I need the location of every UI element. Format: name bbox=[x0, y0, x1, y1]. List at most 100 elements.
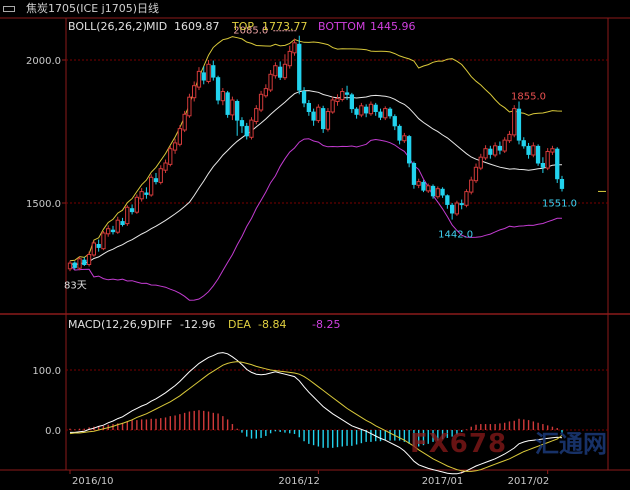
candle bbox=[125, 205, 130, 226]
candle-body bbox=[268, 73, 273, 91]
candle bbox=[292, 38, 297, 56]
watermark-fx678: FX678 bbox=[410, 429, 508, 459]
candle-body bbox=[364, 106, 369, 114]
candle bbox=[172, 138, 178, 154]
window-icon[interactable] bbox=[3, 6, 15, 12]
candle bbox=[497, 141, 503, 155]
candle-body bbox=[502, 139, 507, 152]
candle-body bbox=[349, 94, 355, 110]
candle bbox=[196, 67, 202, 91]
candle bbox=[77, 256, 82, 271]
candle bbox=[158, 165, 163, 185]
candle-body bbox=[383, 108, 388, 119]
chart-title: 焦炭1705(ICE j1705)日线 bbox=[26, 2, 159, 15]
candle bbox=[187, 93, 192, 118]
date-tick-label: 2017/01 bbox=[422, 476, 464, 487]
candle bbox=[383, 106, 388, 121]
candle-body bbox=[96, 244, 101, 248]
candle-body bbox=[239, 120, 245, 127]
watermark-huitong: 汇通网 bbox=[535, 430, 607, 458]
bollinger-bands bbox=[69, 36, 563, 301]
candle-body bbox=[263, 88, 269, 97]
candle bbox=[72, 261, 77, 270]
candle bbox=[86, 251, 92, 267]
candle-body bbox=[82, 259, 87, 266]
candle-body bbox=[421, 181, 426, 191]
candle bbox=[149, 174, 154, 197]
candle-body bbox=[344, 92, 350, 95]
boll-legend-name: BOLL(26,26,2) bbox=[68, 20, 147, 33]
candle-body bbox=[454, 202, 460, 215]
candle bbox=[450, 203, 455, 220]
candle bbox=[454, 200, 460, 216]
candle bbox=[129, 204, 135, 215]
candle bbox=[192, 81, 197, 102]
candle-body bbox=[287, 50, 292, 67]
macd-value: -8.25 bbox=[312, 318, 341, 331]
candle-body bbox=[488, 148, 493, 155]
candle-body bbox=[211, 65, 216, 78]
candle bbox=[531, 142, 536, 158]
candle-body bbox=[516, 108, 522, 141]
candle bbox=[325, 108, 331, 132]
candle bbox=[559, 175, 565, 192]
candle-body bbox=[478, 156, 483, 169]
candle bbox=[311, 108, 316, 126]
candle-body bbox=[387, 108, 393, 117]
candle-body bbox=[177, 128, 182, 145]
candle bbox=[306, 100, 312, 116]
candle bbox=[555, 147, 560, 183]
candle bbox=[91, 240, 96, 257]
grid bbox=[62, 59, 608, 474]
candle-body bbox=[512, 108, 517, 136]
candle-body bbox=[450, 204, 455, 214]
price-tick-label: 2000.0 bbox=[26, 56, 61, 67]
candle-body bbox=[125, 206, 130, 225]
candle bbox=[244, 122, 249, 140]
candle-body bbox=[416, 181, 421, 186]
candle-body bbox=[373, 104, 378, 112]
candle bbox=[378, 108, 383, 121]
candle bbox=[106, 225, 111, 237]
candle-body bbox=[340, 91, 345, 100]
candle-body bbox=[493, 145, 498, 156]
candle-body bbox=[301, 91, 307, 104]
candle-body bbox=[559, 179, 565, 189]
candle-body bbox=[297, 43, 302, 91]
candle bbox=[144, 187, 149, 199]
candle-body bbox=[101, 232, 106, 250]
boll-top-line bbox=[69, 36, 563, 262]
candle-body bbox=[230, 99, 235, 116]
candle bbox=[120, 217, 125, 227]
candle-body bbox=[139, 191, 144, 200]
boll-bottom-value: 1445.96 bbox=[370, 20, 416, 33]
candle-body bbox=[407, 136, 412, 164]
date-tick-label: 2016/10 bbox=[72, 476, 114, 487]
candle-body bbox=[378, 111, 383, 118]
candle bbox=[411, 161, 417, 189]
candle bbox=[316, 104, 321, 123]
candle-body bbox=[445, 195, 450, 205]
candle bbox=[168, 145, 173, 167]
candle bbox=[359, 102, 364, 118]
candle bbox=[206, 60, 211, 84]
candle bbox=[464, 189, 469, 208]
candle bbox=[297, 35, 302, 95]
candle-body bbox=[106, 228, 111, 235]
annotations: 2085.01855.01442.01551.083天 bbox=[64, 26, 606, 291]
candle-body bbox=[201, 72, 206, 81]
boll-mid-value: 1609.87 bbox=[174, 20, 220, 33]
candle bbox=[502, 137, 507, 153]
candle-body bbox=[545, 151, 550, 169]
candle bbox=[282, 54, 288, 81]
candle bbox=[321, 105, 326, 133]
candle bbox=[230, 96, 235, 121]
candle bbox=[397, 124, 402, 145]
candle-body bbox=[187, 96, 192, 117]
boll-mid-line bbox=[69, 90, 562, 266]
candle-body bbox=[535, 145, 541, 164]
candle-body bbox=[325, 111, 331, 130]
candle-body bbox=[397, 125, 402, 141]
candle-body bbox=[282, 63, 288, 79]
candle-body bbox=[440, 188, 445, 196]
